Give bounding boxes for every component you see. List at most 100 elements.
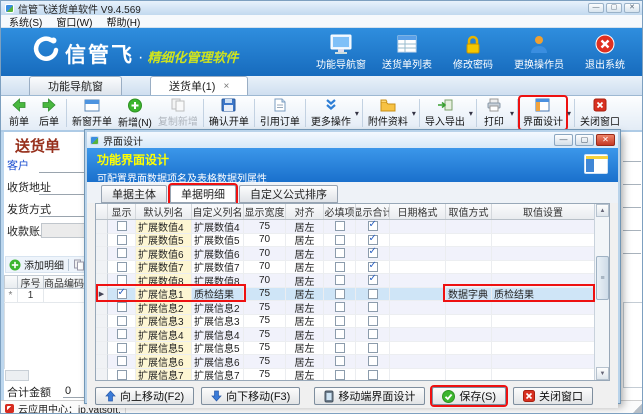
- dialog-close-button[interactable]: ✕: [596, 134, 615, 146]
- table-header-cell[interactable]: 显示合计: [356, 204, 390, 219]
- table-header-cell[interactable]: 取值方式: [446, 204, 492, 219]
- document-tab[interactable]: 送货单(1)×: [150, 76, 248, 95]
- banner-action-monitor[interactable]: 功能导航窗: [312, 34, 370, 71]
- checkbox[interactable]: [117, 248, 127, 258]
- table-header-cell[interactable]: 日期格式: [390, 204, 446, 219]
- checkbox[interactable]: [368, 370, 378, 380]
- banner-action-list-table[interactable]: 送货单列表: [378, 34, 436, 71]
- menu-item[interactable]: 帮助(H): [106, 14, 140, 29]
- resize-grip[interactable]: [632, 403, 642, 413]
- dropdown-arrow-icon[interactable]: ▾: [566, 109, 572, 118]
- checkbox[interactable]: [117, 370, 127, 380]
- table-row[interactable]: 扩展数值8扩展数值870居左: [96, 274, 609, 288]
- checkbox[interactable]: [117, 343, 127, 353]
- scroll-down-icon[interactable]: ▼: [596, 367, 609, 380]
- table-header-cell[interactable]: 必填项: [324, 204, 356, 219]
- checkbox[interactable]: [117, 316, 127, 326]
- checkbox[interactable]: [117, 262, 127, 272]
- checkbox[interactable]: [335, 356, 345, 366]
- dialog-button-arrow-up[interactable]: 向上移动(F2): [95, 387, 194, 405]
- checkbox[interactable]: [335, 289, 345, 299]
- toolbar-button-arrow-left[interactable]: 前单: [4, 97, 34, 129]
- checkbox[interactable]: [117, 235, 127, 245]
- checkbox[interactable]: [368, 235, 378, 245]
- table-header-cell[interactable]: 显示宽度: [244, 204, 286, 219]
- checkbox[interactable]: [335, 221, 345, 231]
- checkbox[interactable]: [335, 343, 345, 353]
- tab-close-icon[interactable]: ×: [223, 81, 229, 92]
- checkbox[interactable]: [368, 329, 378, 339]
- checkbox[interactable]: [368, 248, 378, 258]
- dialog-maximize-button[interactable]: ▢: [575, 134, 594, 146]
- table-header-cell[interactable]: 取值设置: [492, 204, 595, 219]
- dialog-tab[interactable]: 自定义公式排序: [239, 185, 338, 203]
- table-header-cell[interactable]: 默认列名: [136, 204, 192, 219]
- table-row[interactable]: 扩展信息6扩展信息675居左: [96, 355, 609, 369]
- vertical-scrollbar[interactable]: ▲ ≡ ▼: [594, 204, 609, 380]
- checkbox[interactable]: [335, 235, 345, 245]
- checkbox[interactable]: [368, 221, 378, 231]
- checkbox[interactable]: [117, 302, 127, 312]
- close-button[interactable]: ✕: [624, 3, 640, 13]
- toolbar-button-ui-design[interactable]: 界面设计: [520, 97, 566, 129]
- checkbox[interactable]: [368, 262, 378, 272]
- checkbox[interactable]: [335, 329, 345, 339]
- table-row[interactable]: 扩展数值5扩展数值570居左: [96, 234, 609, 248]
- minimize-button[interactable]: —: [588, 3, 604, 13]
- dialog-minimize-button[interactable]: —: [554, 134, 573, 146]
- checkbox[interactable]: [368, 275, 378, 285]
- dialog-tab[interactable]: 单据明细: [170, 185, 236, 203]
- dropdown-arrow-icon[interactable]: ▾: [411, 109, 417, 118]
- dialog-tab[interactable]: 单据主体: [101, 185, 167, 203]
- table-header-cell[interactable]: 对齐: [286, 204, 324, 219]
- table-row[interactable]: 扩展数值7扩展数值770居左: [96, 261, 609, 275]
- toolbar-button-confirm-save[interactable]: 确认开单: [206, 97, 252, 129]
- toolbar-button-reference-doc[interactable]: 引用订单: [257, 97, 303, 129]
- dialog-button-arrow-down[interactable]: 向下移动(F3): [201, 387, 300, 405]
- dropdown-arrow-icon[interactable]: ▾: [354, 109, 360, 118]
- banner-action-exit[interactable]: 退出系统: [576, 34, 634, 71]
- checkbox[interactable]: [335, 248, 345, 258]
- toolbar-button-import-export[interactable]: 导入导出: [422, 97, 468, 129]
- scroll-thumb[interactable]: ≡: [596, 256, 609, 300]
- checkbox[interactable]: [368, 302, 378, 312]
- detail-grid-row[interactable]: * 1: [4, 289, 85, 303]
- checkbox[interactable]: [335, 275, 345, 285]
- toolbar-button-print[interactable]: 打印: [479, 97, 509, 129]
- scroll-up-icon[interactable]: ▲: [596, 204, 609, 217]
- checkbox[interactable]: [117, 329, 127, 339]
- toolbar-button-more-chevrons[interactable]: 更多操作: [308, 97, 354, 129]
- toolbar-button-arrow-right[interactable]: 后单: [34, 97, 64, 129]
- menu-item[interactable]: 系统(S): [9, 14, 42, 29]
- checkbox[interactable]: [335, 302, 345, 312]
- banner-action-user[interactable]: 更换操作员: [510, 34, 568, 71]
- table-row[interactable]: 扩展信息2扩展信息275居左: [96, 301, 609, 315]
- checkbox[interactable]: [368, 343, 378, 353]
- checkbox[interactable]: [117, 275, 127, 285]
- table-row[interactable]: 扩展信息7扩展信息775居左: [96, 369, 609, 382]
- banner-action-lock[interactable]: 修改密码: [444, 34, 502, 71]
- maximize-button[interactable]: ▢: [606, 3, 622, 13]
- dialog-button-close-red[interactable]: 关闭窗口: [513, 387, 593, 405]
- checkbox[interactable]: [368, 289, 378, 299]
- checkbox[interactable]: [335, 370, 345, 380]
- checkbox[interactable]: [335, 262, 345, 272]
- dialog-button-mobile[interactable]: 移动端界面设计: [314, 387, 425, 405]
- toolbar-button-add[interactable]: 新增(N): [115, 97, 155, 129]
- table-row[interactable]: 扩展信息5扩展信息575居左: [96, 342, 609, 356]
- checkbox[interactable]: [368, 316, 378, 326]
- table-row[interactable]: ▶扩展信息1质检结果75居左数据字典质检结果: [96, 288, 609, 302]
- table-header-cell[interactable]: 自定义列名: [192, 204, 244, 219]
- toolbar-button-new-window[interactable]: 新窗开单: [69, 97, 115, 129]
- checkbox[interactable]: [117, 221, 127, 231]
- dropdown-arrow-icon[interactable]: ▾: [509, 109, 515, 118]
- table-row[interactable]: 扩展数值4扩展数值475居左: [96, 220, 609, 234]
- checkbox[interactable]: [335, 316, 345, 326]
- toolbar-button-close-window[interactable]: 关闭窗口: [577, 97, 623, 129]
- table-row[interactable]: 扩展信息3扩展信息375居左: [96, 315, 609, 329]
- document-tab[interactable]: 功能导航窗: [29, 76, 122, 95]
- table-header-cell[interactable]: 显示: [108, 204, 136, 219]
- checkbox[interactable]: [368, 356, 378, 366]
- table-row[interactable]: 扩展数值6扩展数值670居左: [96, 247, 609, 261]
- dialog-button-save-check[interactable]: 保存(S): [432, 387, 506, 405]
